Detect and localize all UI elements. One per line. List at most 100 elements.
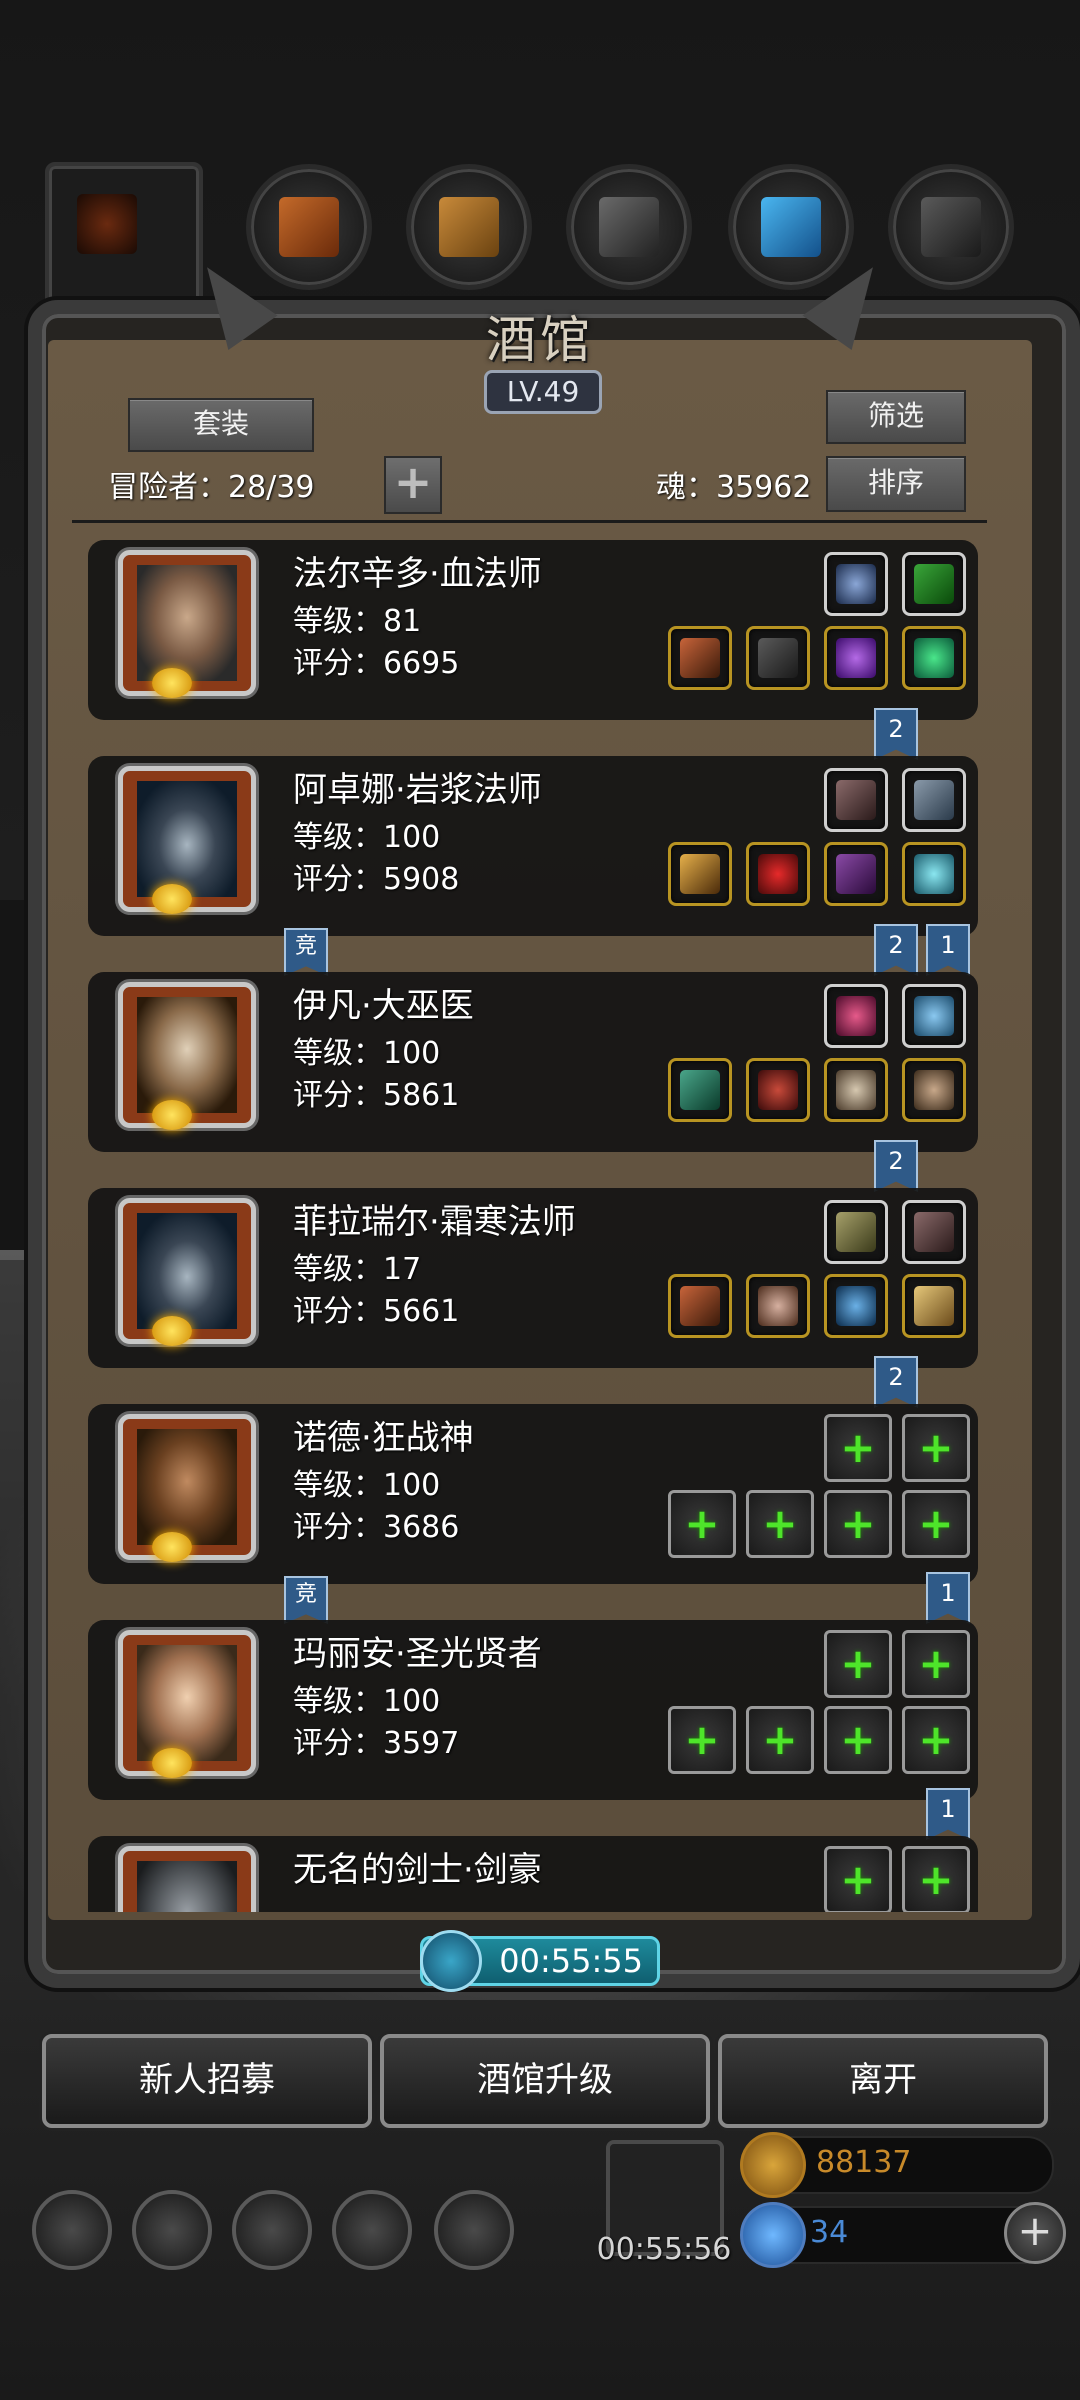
tab-stairs[interactable]	[566, 164, 692, 290]
empty-slot[interactable]: +	[902, 1706, 970, 1774]
hero-name: 诺德·狂战神	[293, 1418, 474, 1458]
empty-slot[interactable]: +	[824, 1846, 892, 1912]
leave-button[interactable]: 离开	[718, 2034, 1048, 2128]
hero-card[interactable]: 法尔辛多·血法师 等级：81 评分：6695	[88, 540, 978, 720]
rank-flag: 1	[926, 1572, 970, 1624]
upgrade-tavern-button[interactable]: 酒馆升级	[380, 2034, 710, 2128]
feather-icon	[836, 780, 876, 820]
hero-card[interactable]: 诺德·狂战神 等级：100 评分：3686 + + + + + +	[88, 1404, 978, 1584]
add-icon: +	[762, 1499, 798, 1548]
hero-list[interactable]: 法尔辛多·血法师 等级：81 评分：6695 2 阿卓娜·岩浆法师 等级：100…	[56, 528, 1002, 1912]
hero-score: 评分：6695	[293, 646, 460, 681]
skull-icon	[758, 1286, 798, 1326]
gift-timer: 00:55:56	[596, 2232, 732, 2267]
equipment-slot[interactable]	[902, 626, 966, 690]
add-icon: +	[840, 1639, 876, 1688]
equipment-slot[interactable]	[824, 552, 888, 616]
rank-flag: 1	[926, 1788, 970, 1840]
equipment-slot[interactable]	[824, 984, 888, 1048]
stairs-icon	[599, 197, 659, 257]
equipment-slot[interactable]	[668, 842, 732, 906]
empty-slot[interactable]: +	[746, 1706, 814, 1774]
anvil-icon	[921, 197, 981, 257]
equipment-slot[interactable]	[902, 984, 966, 1048]
equipment-slot[interactable]	[824, 1200, 888, 1264]
mail-icon[interactable]	[332, 2190, 412, 2270]
add-icon: +	[684, 1499, 720, 1548]
gem-amount: 34	[810, 2215, 849, 2250]
equipment-slot[interactable]	[824, 842, 888, 906]
empty-slot[interactable]: +	[824, 1706, 892, 1774]
equipment-slot[interactable]	[668, 1274, 732, 1338]
equipment-slot[interactable]	[824, 768, 888, 832]
hero-card[interactable]: 菲拉瑞尔·霜寒法师 等级：17 评分：5661	[88, 1188, 978, 1368]
hooded-mage-icon	[137, 1213, 237, 1329]
equipment-slot[interactable]	[746, 1274, 810, 1338]
clock-icon	[420, 1930, 482, 1992]
empty-slot[interactable]: +	[902, 1414, 970, 1482]
empty-slot[interactable]: +	[824, 1630, 892, 1698]
tab-anvil[interactable]	[888, 164, 1014, 290]
recruit-button[interactable]: 新人招募	[42, 2034, 372, 2128]
tab-materials[interactable]	[406, 164, 532, 290]
arena-badge: 竞	[284, 928, 328, 976]
mask-icon	[914, 1070, 954, 1110]
empty-slot[interactable]: +	[668, 1706, 736, 1774]
hero-card[interactable]: 玛丽安·圣光贤者 等级：100 评分：3597 + + + + + +	[88, 1620, 978, 1800]
empty-slot[interactable]: +	[746, 1490, 814, 1558]
moon-icon	[152, 1748, 192, 1778]
hero-portrait	[118, 1846, 256, 1912]
equipment-slot[interactable]	[746, 626, 810, 690]
inventory-icon[interactable]	[232, 2190, 312, 2270]
equipment-slot[interactable]	[902, 842, 966, 906]
cloak-icon	[758, 854, 798, 894]
hero-score: 评分：5661	[293, 1294, 460, 1329]
empty-slot[interactable]: +	[902, 1846, 970, 1912]
achievement-icon[interactable]	[132, 2190, 212, 2270]
empty-slot[interactable]: +	[824, 1414, 892, 1482]
add-gems-button[interactable]: +	[1004, 2202, 1066, 2264]
add-adventurer-button[interactable]: +	[384, 456, 442, 514]
swordsman-face-icon	[137, 1861, 237, 1912]
tab-character[interactable]	[45, 162, 203, 310]
shaman-face-icon	[137, 997, 237, 1113]
equipment-slot[interactable]	[668, 626, 732, 690]
equipment-slot[interactable]	[902, 1200, 966, 1264]
hero-card[interactable]: 伊凡·大巫医 等级：100 评分：5861	[88, 972, 978, 1152]
equipment-slot[interactable]	[902, 1274, 966, 1338]
equipment-slot[interactable]	[902, 1058, 966, 1122]
rank-flag: 1	[926, 924, 970, 976]
equipment-slot[interactable]	[668, 1058, 732, 1122]
equipment-slot[interactable]	[824, 626, 888, 690]
equipment-slot[interactable]	[902, 768, 966, 832]
settings-icon[interactable]	[32, 2190, 112, 2270]
hero-name: 无名的剑士·剑豪	[293, 1850, 542, 1890]
equipment-slot[interactable]	[824, 1274, 888, 1338]
equipment-slot[interactable]	[824, 1058, 888, 1122]
gem-icon	[740, 2202, 806, 2268]
hero-score: 评分：3686	[293, 1510, 460, 1545]
equipment-slot[interactable]	[902, 552, 966, 616]
add-icon: +	[918, 1499, 954, 1548]
equipment-slot[interactable]	[746, 1058, 810, 1122]
filter-button[interactable]: 筛选	[826, 390, 966, 444]
robe-icon	[758, 638, 798, 678]
arena-badge: 竞	[284, 1576, 328, 1624]
gem-icon	[914, 638, 954, 678]
set-button[interactable]: 套装	[128, 398, 314, 452]
armor-icon	[758, 1070, 798, 1110]
ring-icon	[836, 638, 876, 678]
empty-slot[interactable]: +	[824, 1490, 892, 1558]
sort-button[interactable]: 排序	[826, 456, 966, 512]
add-icon: +	[918, 1855, 954, 1904]
shop-icon[interactable]	[434, 2190, 514, 2270]
add-icon: +	[762, 1715, 798, 1764]
hero-card[interactable]: 无名的剑士·剑豪 + +	[88, 1836, 978, 1912]
tavern-level: LV.49	[484, 370, 602, 414]
hero-card[interactable]: 阿卓娜·岩浆法师 等级：100 评分：5908	[88, 756, 978, 936]
empty-slot[interactable]: +	[902, 1630, 970, 1698]
tab-weapons[interactable]	[246, 164, 372, 290]
empty-slot[interactable]: +	[902, 1490, 970, 1558]
empty-slot[interactable]: +	[668, 1490, 736, 1558]
equipment-slot[interactable]	[746, 842, 810, 906]
